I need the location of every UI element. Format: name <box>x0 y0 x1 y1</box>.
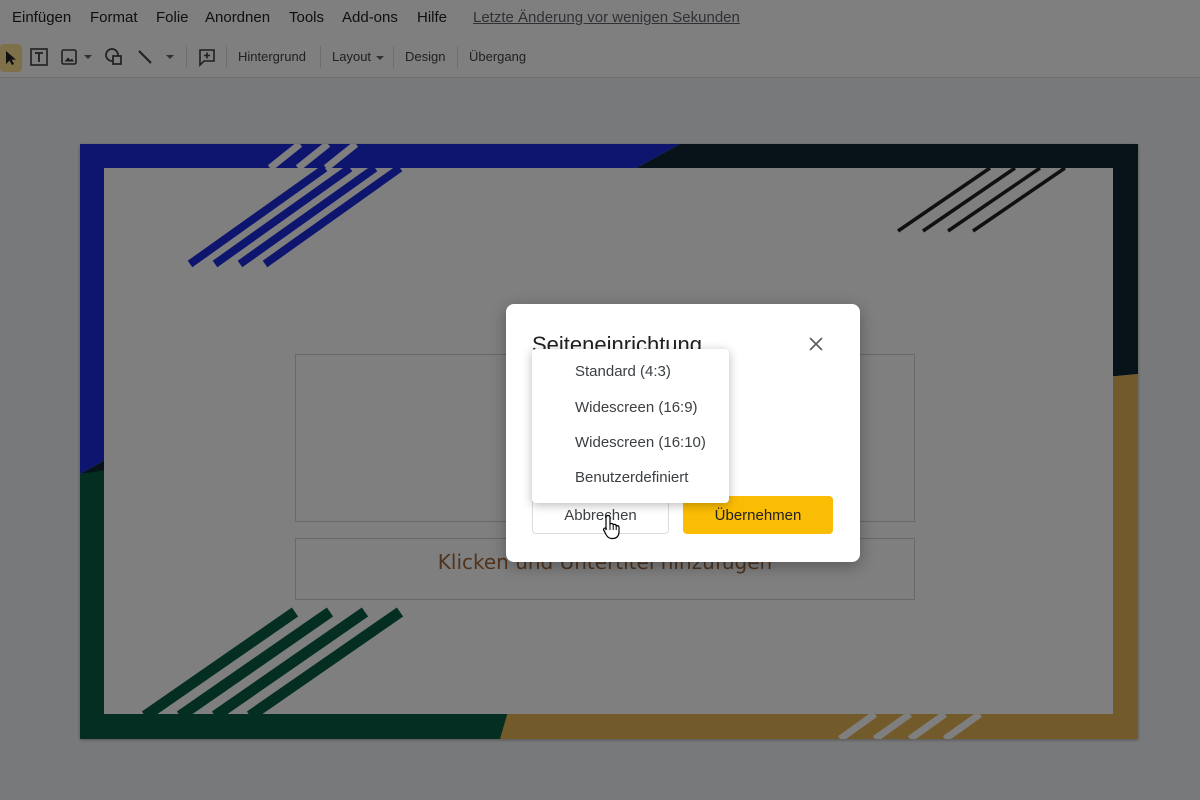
option-custom[interactable]: Benutzerdefiniert <box>575 469 688 486</box>
hand-cursor-icon <box>602 514 620 540</box>
option-widescreen-16-10[interactable]: Widescreen (16:10) <box>575 434 706 451</box>
option-standard-4-3[interactable]: Standard (4:3) <box>575 363 671 380</box>
option-widescreen-16-9[interactable]: Widescreen (16:9) <box>575 399 698 416</box>
page-size-dropdown: Standard (4:3) Widescreen (16:9) Widescr… <box>532 349 729 503</box>
close-icon[interactable] <box>806 334 826 354</box>
